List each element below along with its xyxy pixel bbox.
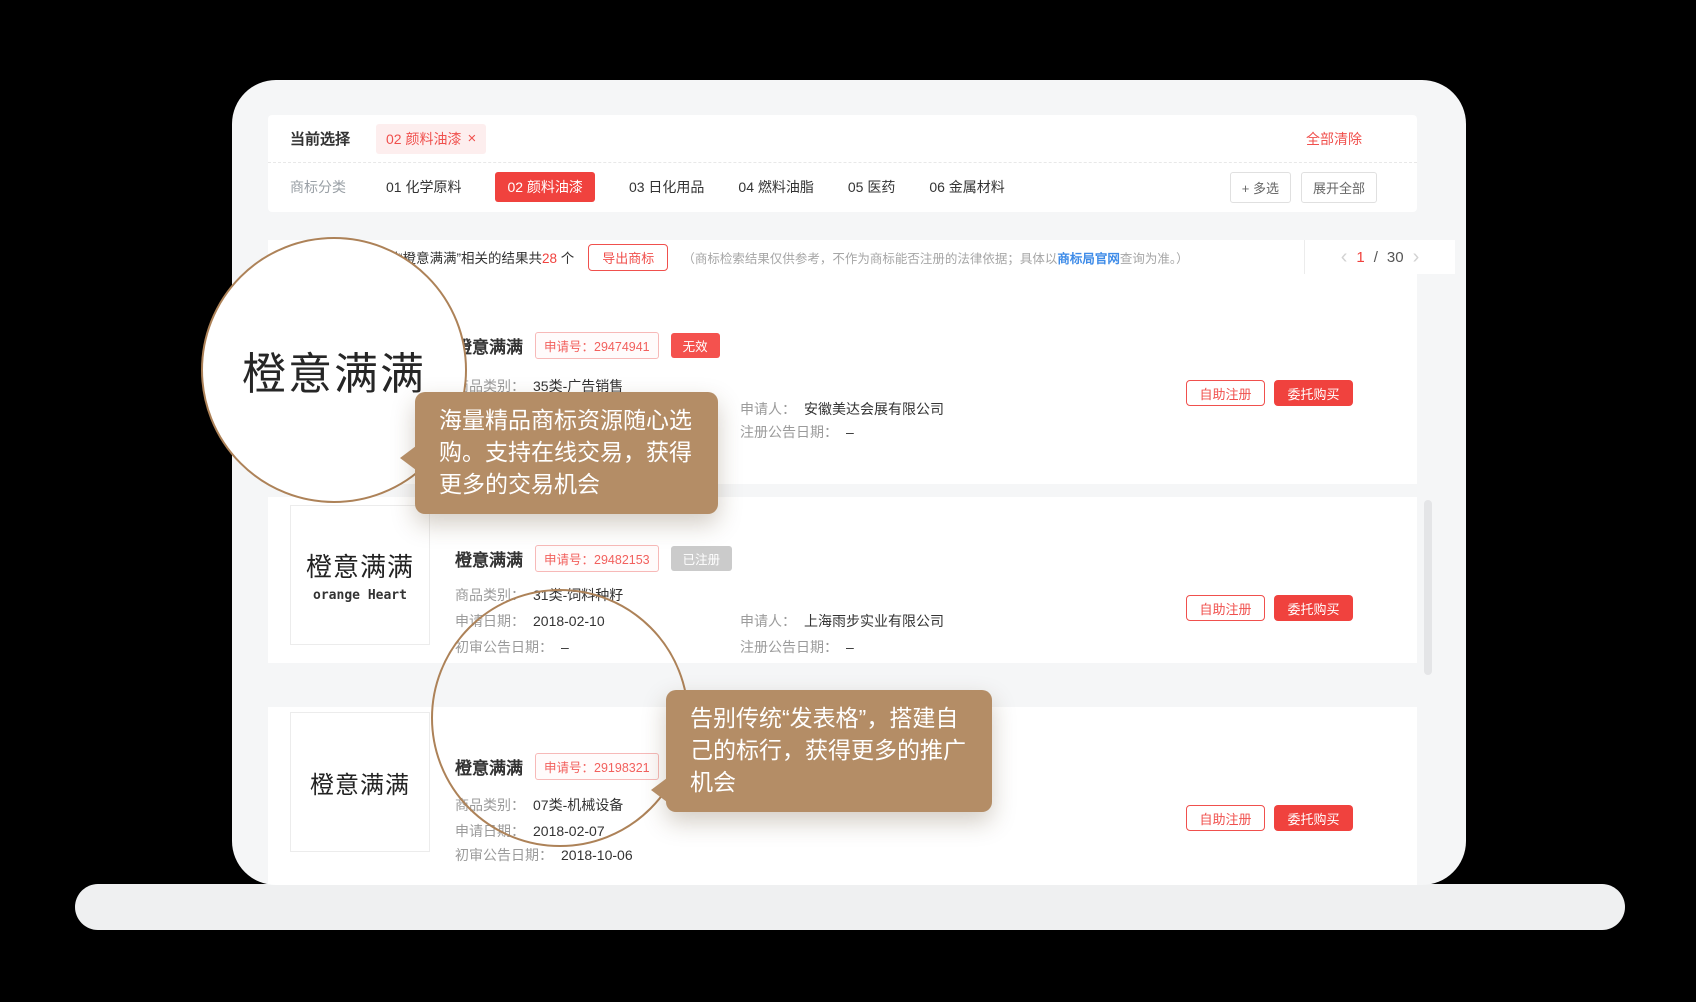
field-value: 2018-10-06 [561, 847, 633, 863]
trademark-office-link[interactable]: 商标局官网 [1057, 252, 1120, 266]
page-separator: / [1374, 249, 1378, 266]
prev-page-icon[interactable]: ‹ [1341, 247, 1348, 267]
row-actions: 自助注册 委托购买 [1186, 595, 1353, 621]
disclaimer-text-end: 查询为准。） [1120, 252, 1189, 266]
results-count: 28 [542, 251, 557, 266]
application-number: 29474941 [594, 340, 650, 354]
trademark-title-line: 橙意满满 申请号：29474941 无效 [455, 332, 720, 359]
trademark-image: 橙意满满 orange Heart [290, 505, 430, 645]
page-scrollbar[interactable] [1424, 500, 1432, 675]
current-page: 1 [1356, 249, 1364, 266]
category-row: 商标分类 01 化学原料 02 颜料油漆 03 日化用品 04 燃料油脂 05 … [268, 163, 1417, 211]
category-tab-02-active[interactable]: 02 颜料油漆 [495, 172, 594, 202]
category-tab-04[interactable]: 04 燃料油脂 [738, 177, 813, 197]
laptop-base [75, 884, 1625, 930]
application-number: 29482153 [594, 553, 650, 567]
entrust-buy-button[interactable]: 委托购买 [1274, 595, 1353, 621]
category-tab-06[interactable]: 06 金属材料 [929, 177, 1004, 197]
field-value: 上海雨步实业有限公司 [804, 613, 944, 629]
registration-publication-field: 注册公告日期：– [740, 422, 854, 442]
application-number-label: 申请号： [544, 553, 594, 567]
export-trademarks-button[interactable]: 导出商标 [588, 244, 668, 271]
application-number-badge: 申请号：29482153 [535, 545, 659, 572]
field-label: 初审公告日期： [455, 847, 553, 863]
entrust-buy-button[interactable]: 委托购买 [1274, 380, 1353, 406]
expand-all-button[interactable]: 展开全部 [1301, 172, 1377, 203]
total-pages: 30 [1387, 249, 1404, 266]
tooltip-promotion: 告别传统“发表格”，搭建自己的标行，获得更多的推广机会 [666, 690, 992, 812]
application-number-badge: 申请号：29474941 [535, 332, 659, 359]
category-tab-03[interactable]: 03 日化用品 [629, 177, 704, 197]
next-page-icon[interactable]: › [1413, 247, 1420, 267]
self-register-button[interactable]: 自助注册 [1186, 595, 1265, 621]
results-header: 当前分类下检索到“橙意满满”相关的结果共28 个 导出商标 （商标检索结果仅供参… [268, 240, 1455, 274]
self-register-button[interactable]: 自助注册 [1186, 805, 1265, 831]
category-tab-01[interactable]: 01 化学原料 [386, 177, 461, 197]
trademark-image: 橙意满满 [290, 712, 430, 852]
trademark-image-subtext: orange Heart [313, 588, 407, 603]
status-badge: 已注册 [671, 546, 733, 571]
field-value: 安徽美达会展有限公司 [804, 401, 944, 417]
self-register-button[interactable]: 自助注册 [1186, 380, 1265, 406]
row-actions: 自助注册 委托购买 [1186, 380, 1353, 406]
trademark-image-text: 橙意满满 [306, 547, 414, 584]
current-selection-row: 当前选择 02 颜料油漆 × 全部清除 [268, 115, 1417, 163]
pagination: ‹ 1 / 30 › [1304, 240, 1455, 274]
results-summary-suffix: 个 [557, 251, 574, 266]
trademark-title-line: 橙意满满 申请号：29482153 已注册 [455, 545, 732, 572]
category-tabs: 01 化学原料 02 颜料油漆 03 日化用品 04 燃料油脂 05 医药 06… [386, 172, 1005, 202]
category-tab-05[interactable]: 05 医药 [848, 177, 895, 197]
field-label: 申请人： [740, 401, 796, 417]
current-selection-label: 当前选择 [290, 128, 350, 149]
category-actions: + 多选 展开全部 [1230, 172, 1377, 203]
category-label: 商标分类 [290, 177, 346, 197]
row-actions: 自助注册 委托购买 [1186, 805, 1353, 831]
remove-tag-icon[interactable]: × [467, 131, 476, 146]
field-value: – [846, 424, 854, 440]
registration-publication-field: 注册公告日期：– [740, 637, 854, 657]
magnifier-circle-lower [431, 589, 689, 847]
page: 当前选择 02 颜料油漆 × 全部清除 商标分类 01 化学原料 02 颜料油漆… [0, 0, 1696, 1002]
field-value: – [846, 639, 854, 655]
disclaimer-text: （商标检索结果仅供参考，不作为商标能否注册的法律依据；具体以 [682, 252, 1057, 266]
entrust-buy-button[interactable]: 委托购买 [1274, 805, 1353, 831]
trademark-name[interactable]: 橙意满满 [455, 546, 523, 571]
field-label: 申请人： [740, 613, 796, 629]
table-row: 橙意满满 orange Heart 橙意满满 申请号：29482153 已注册 … [268, 497, 1417, 663]
clear-all-link[interactable]: 全部清除 [1306, 129, 1362, 149]
filter-panel: 当前选择 02 颜料油漆 × 全部清除 商标分类 01 化学原料 02 颜料油漆… [268, 115, 1417, 212]
application-number-label: 申请号： [544, 340, 594, 354]
results-disclaimer: （商标检索结果仅供参考，不作为商标能否注册的法律依据；具体以商标局官网查询为准。… [682, 248, 1188, 267]
selected-filter-tag-text: 02 颜料油漆 [386, 129, 461, 149]
tooltip-trade-resources: 海量精品商标资源随心选购。支持在线交易，获得更多的交易机会 [415, 392, 718, 514]
trademark-image-text: 橙意满满 [310, 765, 410, 800]
applicant-field: 申请人： 上海雨步实业有限公司 [740, 611, 944, 631]
status-badge: 无效 [671, 333, 720, 358]
field-label: 注册公告日期： [740, 424, 838, 440]
field-label: 注册公告日期： [740, 639, 838, 655]
selected-filter-tag[interactable]: 02 颜料油漆 × [376, 124, 486, 154]
multi-select-button[interactable]: + 多选 [1230, 172, 1291, 203]
applicant-field: 申请人： 安徽美达会展有限公司 [740, 399, 944, 419]
zoomed-trademark-text: 橙意满满 [242, 338, 426, 402]
first-publication-field: 初审公告日期： 2018-10-06 [455, 845, 633, 865]
